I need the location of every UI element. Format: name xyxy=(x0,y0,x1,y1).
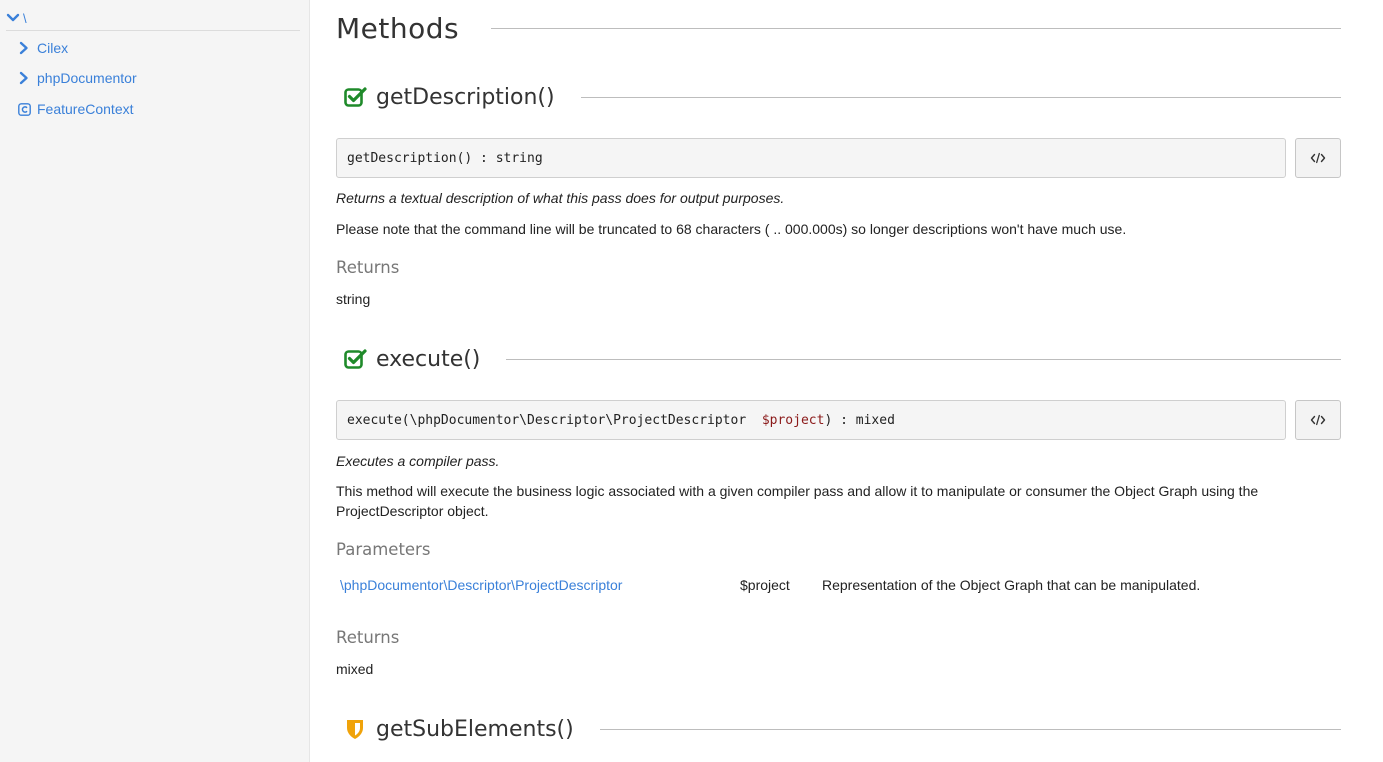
check-square-icon xyxy=(344,87,367,107)
return-type: mixed xyxy=(336,661,374,677)
method-summary: Executes a compiler pass. xyxy=(336,453,500,469)
method-summary: Returns a textual description of what th… xyxy=(336,190,785,206)
signature-variable: $project xyxy=(761,412,825,428)
namespace-tree-root[interactable]: \ xyxy=(6,6,300,31)
sidebar: \ Cilex phpDocumentor FeatureContext xyxy=(0,0,310,762)
sidebar-item-label: Cilex xyxy=(37,40,69,56)
heading-divider xyxy=(491,27,1341,29)
chevron-down-icon xyxy=(6,13,20,22)
heading-divider xyxy=(580,96,1341,98)
check-square-icon xyxy=(344,349,367,369)
sidebar-item-featurecontext[interactable]: FeatureContext xyxy=(18,99,134,119)
root-namespace-label: \ xyxy=(23,10,27,26)
method-heading-getdescription: getDescription() xyxy=(336,80,1341,114)
method-signature: execute(\phpDocumentor\Descriptor\Projec… xyxy=(336,400,1286,440)
section-title: Methods xyxy=(336,11,460,45)
method-heading-execute: execute() xyxy=(336,342,1341,376)
heading-divider xyxy=(599,728,1341,730)
method-description: Please note that the command line will b… xyxy=(336,221,1127,237)
parameter-type-link[interactable]: \phpDocumentor\Descriptor\ProjectDescrip… xyxy=(340,577,622,593)
code-icon xyxy=(1310,152,1326,164)
method-name: execute() xyxy=(376,346,481,372)
view-source-button[interactable] xyxy=(1295,400,1341,440)
methods-section-heading: Methods xyxy=(336,8,1341,48)
sidebar-item-cilex[interactable]: Cilex xyxy=(18,38,68,58)
signature-suffix: ) : mixed xyxy=(824,412,895,428)
method-name: getDescription() xyxy=(376,84,555,110)
code-icon xyxy=(1310,414,1326,426)
signature-prefix: execute(\phpDocumentor\Descriptor\Projec… xyxy=(347,412,762,428)
chevron-right-icon xyxy=(19,71,28,85)
method-heading-getsubelements: getSubElements() xyxy=(336,712,1341,746)
method-description: This method will execute the business lo… xyxy=(336,483,1259,519)
returns-heading: Returns xyxy=(336,628,400,647)
heading-divider xyxy=(506,358,1341,360)
class-icon xyxy=(18,102,31,116)
chevron-right-icon xyxy=(19,41,28,55)
signature-text: getDescription() : string xyxy=(347,150,543,166)
method-signature: getDescription() : string xyxy=(336,138,1286,178)
return-type: string xyxy=(336,291,371,307)
shield-icon xyxy=(347,720,363,739)
parameter-description: Representation of the Object Graph that … xyxy=(822,577,1201,593)
sidebar-item-phpdocumentor[interactable]: phpDocumentor xyxy=(18,68,137,88)
parameter-name: $project xyxy=(740,577,790,593)
returns-heading: Returns xyxy=(336,258,400,277)
sidebar-item-label: FeatureContext xyxy=(37,101,134,117)
parameters-heading: Parameters xyxy=(336,540,431,559)
view-source-button[interactable] xyxy=(1295,138,1341,178)
method-name: getSubElements() xyxy=(376,716,574,742)
sidebar-item-label: phpDocumentor xyxy=(37,70,137,86)
